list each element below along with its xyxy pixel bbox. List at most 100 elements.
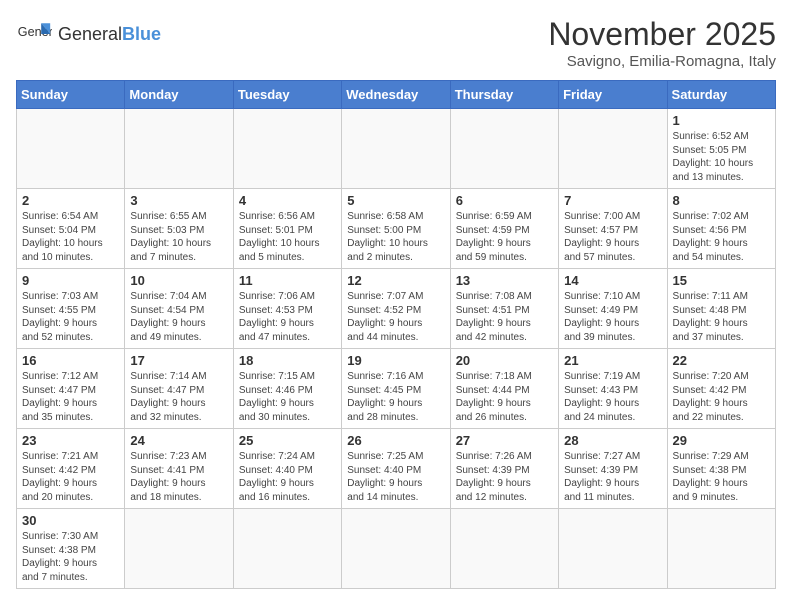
day-info: Sunrise: 7:29 AM Sunset: 4:38 PM Dayligh… xyxy=(673,450,770,504)
calendar-cell: 4 Sunrise: 6:56 AM Sunset: 5:01 PM Daylig… xyxy=(233,189,341,269)
day-info: Sunrise: 6:54 AM Sunset: 5:04 PM Dayligh… xyxy=(22,210,119,264)
day-info: Sunrise: 7:20 AM Sunset: 4:42 PM Dayligh… xyxy=(673,370,770,424)
day-info: Sunrise: 6:56 AM Sunset: 5:01 PM Dayligh… xyxy=(239,210,336,264)
weekday-header-monday: Monday xyxy=(125,81,233,109)
weekday-header-sunday: Sunday xyxy=(17,81,125,109)
calendar-cell: 16 Sunrise: 7:12 AM Sunset: 4:47 PM Dayli… xyxy=(17,349,125,429)
location: Savigno, Emilia-Romagna, Italy xyxy=(548,53,776,70)
day-number: 1 xyxy=(673,113,770,128)
day-number: 20 xyxy=(456,353,553,368)
day-info: Sunrise: 7:00 AM Sunset: 4:57 PM Dayligh… xyxy=(564,210,661,264)
day-info: Sunrise: 7:10 AM Sunset: 4:49 PM Dayligh… xyxy=(564,290,661,344)
day-number: 10 xyxy=(130,273,227,288)
calendar-cell: 2Sunrise: 6:54 AM Sunset: 5:04 PM Daylig… xyxy=(17,189,125,269)
day-number: 9 xyxy=(22,273,119,288)
week-row-2: 2Sunrise: 6:54 AM Sunset: 5:04 PM Daylig… xyxy=(17,189,776,269)
calendar-cell: 27 Sunrise: 7:26 AM Sunset: 4:39 PM Dayli… xyxy=(450,429,558,509)
calendar-cell: 26 Sunrise: 7:25 AM Sunset: 4:40 PM Dayli… xyxy=(342,429,450,509)
day-number: 5 xyxy=(347,193,444,208)
day-info: Sunrise: 7:16 AM Sunset: 4:45 PM Dayligh… xyxy=(347,370,444,424)
day-number: 13 xyxy=(456,273,553,288)
calendar-cell: 19Sunrise: 7:16 AM Sunset: 4:45 PM Dayli… xyxy=(342,349,450,429)
calendar-cell: 7 Sunrise: 7:00 AM Sunset: 4:57 PM Daylig… xyxy=(559,189,667,269)
calendar-cell xyxy=(125,509,233,589)
calendar-cell xyxy=(450,509,558,589)
month-title: November 2025 xyxy=(548,16,776,53)
calendar-cell: 11 Sunrise: 7:06 AM Sunset: 4:53 PM Dayli… xyxy=(233,269,341,349)
week-row-3: 9 Sunrise: 7:03 AM Sunset: 4:55 PM Daylig… xyxy=(17,269,776,349)
calendar-cell: 17Sunrise: 7:14 AM Sunset: 4:47 PM Dayli… xyxy=(125,349,233,429)
day-number: 23 xyxy=(22,433,119,448)
day-number: 24 xyxy=(130,433,227,448)
day-info: Sunrise: 7:07 AM Sunset: 4:52 PM Dayligh… xyxy=(347,290,444,344)
day-number: 18 xyxy=(239,353,336,368)
calendar-cell: 9 Sunrise: 7:03 AM Sunset: 4:55 PM Daylig… xyxy=(17,269,125,349)
calendar-cell: 25Sunrise: 7:24 AM Sunset: 4:40 PM Dayli… xyxy=(233,429,341,509)
day-number: 7 xyxy=(564,193,661,208)
day-info: Sunrise: 7:12 AM Sunset: 4:47 PM Dayligh… xyxy=(22,370,119,424)
logo-text: GeneralBlue xyxy=(58,24,161,45)
calendar-cell xyxy=(233,109,341,189)
calendar-cell: 5Sunrise: 6:58 AM Sunset: 5:00 PM Daylig… xyxy=(342,189,450,269)
day-info: Sunrise: 7:26 AM Sunset: 4:39 PM Dayligh… xyxy=(456,450,553,504)
calendar-cell xyxy=(559,109,667,189)
week-row-6: 30Sunrise: 7:30 AM Sunset: 4:38 PM Dayli… xyxy=(17,509,776,589)
day-info: Sunrise: 7:25 AM Sunset: 4:40 PM Dayligh… xyxy=(347,450,444,504)
day-info: Sunrise: 7:24 AM Sunset: 4:40 PM Dayligh… xyxy=(239,450,336,504)
day-number: 27 xyxy=(456,433,553,448)
calendar-cell xyxy=(450,109,558,189)
calendar-cell: 20 Sunrise: 7:18 AM Sunset: 4:44 PM Dayli… xyxy=(450,349,558,429)
calendar-cell: 18Sunrise: 7:15 AM Sunset: 4:46 PM Dayli… xyxy=(233,349,341,429)
weekday-header-tuesday: Tuesday xyxy=(233,81,341,109)
day-info: Sunrise: 6:59 AM Sunset: 4:59 PM Dayligh… xyxy=(456,210,553,264)
page-header: General GeneralBlue November 2025 Savign… xyxy=(16,16,776,70)
day-info: Sunrise: 7:18 AM Sunset: 4:44 PM Dayligh… xyxy=(456,370,553,424)
logo: General GeneralBlue xyxy=(16,16,161,52)
day-number: 29 xyxy=(673,433,770,448)
weekday-header-saturday: Saturday xyxy=(667,81,775,109)
day-number: 6 xyxy=(456,193,553,208)
week-row-4: 16 Sunrise: 7:12 AM Sunset: 4:47 PM Dayli… xyxy=(17,349,776,429)
calendar-cell xyxy=(233,509,341,589)
weekday-header-friday: Friday xyxy=(559,81,667,109)
day-number: 26 xyxy=(347,433,444,448)
day-number: 30 xyxy=(22,513,119,528)
title-block: November 2025 Savigno, Emilia-Romagna, I… xyxy=(548,16,776,70)
week-row-1: 1 Sunrise: 6:52 AM Sunset: 5:05 PM Daylig… xyxy=(17,109,776,189)
day-number: 8 xyxy=(673,193,770,208)
weekday-header-wednesday: Wednesday xyxy=(342,81,450,109)
week-row-5: 23 Sunrise: 7:21 AM Sunset: 4:42 PM Dayli… xyxy=(17,429,776,509)
logo-icon: General xyxy=(16,16,52,52)
calendar-cell xyxy=(17,109,125,189)
day-info: Sunrise: 7:11 AM Sunset: 4:48 PM Dayligh… xyxy=(673,290,770,344)
day-info: Sunrise: 7:03 AM Sunset: 4:55 PM Dayligh… xyxy=(22,290,119,344)
calendar-cell xyxy=(559,509,667,589)
calendar-cell: 24 Sunrise: 7:23 AM Sunset: 4:41 PM Dayli… xyxy=(125,429,233,509)
day-number: 14 xyxy=(564,273,661,288)
calendar-cell: 1 Sunrise: 6:52 AM Sunset: 5:05 PM Daylig… xyxy=(667,109,775,189)
day-number: 12 xyxy=(347,273,444,288)
day-info: Sunrise: 7:27 AM Sunset: 4:39 PM Dayligh… xyxy=(564,450,661,504)
calendar-cell: 15Sunrise: 7:11 AM Sunset: 4:48 PM Dayli… xyxy=(667,269,775,349)
weekday-header-row: SundayMondayTuesdayWednesdayThursdayFrid… xyxy=(17,81,776,109)
calendar-cell: 12 Sunrise: 7:07 AM Sunset: 4:52 PM Dayli… xyxy=(342,269,450,349)
calendar-cell xyxy=(342,509,450,589)
calendar-cell: 23 Sunrise: 7:21 AM Sunset: 4:42 PM Dayli… xyxy=(17,429,125,509)
calendar-cell: 22Sunrise: 7:20 AM Sunset: 4:42 PM Dayli… xyxy=(667,349,775,429)
calendar-cell: 6 Sunrise: 6:59 AM Sunset: 4:59 PM Daylig… xyxy=(450,189,558,269)
day-info: Sunrise: 7:21 AM Sunset: 4:42 PM Dayligh… xyxy=(22,450,119,504)
day-info: Sunrise: 7:06 AM Sunset: 4:53 PM Dayligh… xyxy=(239,290,336,344)
calendar-cell: 28Sunrise: 7:27 AM Sunset: 4:39 PM Dayli… xyxy=(559,429,667,509)
day-info: Sunrise: 7:14 AM Sunset: 4:47 PM Dayligh… xyxy=(130,370,227,424)
day-info: Sunrise: 7:23 AM Sunset: 4:41 PM Dayligh… xyxy=(130,450,227,504)
day-number: 4 xyxy=(239,193,336,208)
day-info: Sunrise: 7:08 AM Sunset: 4:51 PM Dayligh… xyxy=(456,290,553,344)
calendar-table: SundayMondayTuesdayWednesdayThursdayFrid… xyxy=(16,80,776,589)
day-number: 21 xyxy=(564,353,661,368)
calendar-cell xyxy=(342,109,450,189)
day-info: Sunrise: 6:52 AM Sunset: 5:05 PM Dayligh… xyxy=(673,130,770,184)
day-number: 16 xyxy=(22,353,119,368)
day-number: 11 xyxy=(239,273,336,288)
day-info: Sunrise: 7:02 AM Sunset: 4:56 PM Dayligh… xyxy=(673,210,770,264)
calendar-cell: 14 Sunrise: 7:10 AM Sunset: 4:49 PM Dayli… xyxy=(559,269,667,349)
